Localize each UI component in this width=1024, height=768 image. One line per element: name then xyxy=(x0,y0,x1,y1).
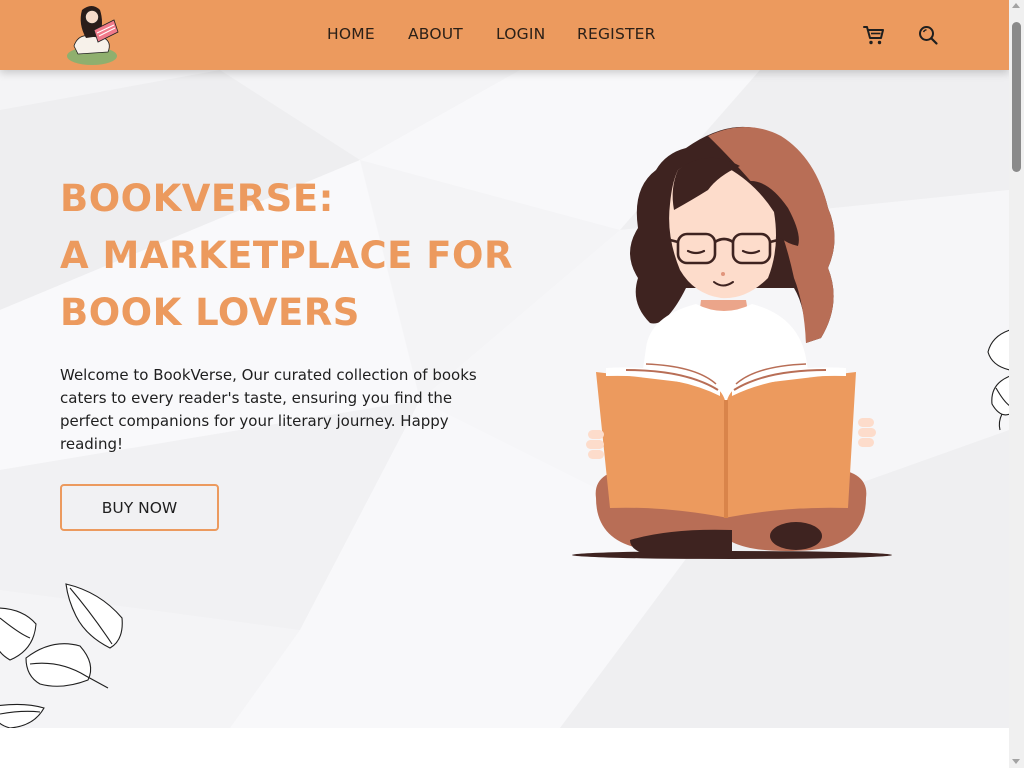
site-logo[interactable] xyxy=(64,2,122,68)
page-scrollbar[interactable] xyxy=(1009,0,1024,768)
girl-reading-book-illustration xyxy=(572,126,892,559)
buy-now-button[interactable]: BUY NOW xyxy=(60,484,219,531)
leaves-sketch-icon xyxy=(0,583,123,728)
leaves-sketch-right-icon xyxy=(987,329,1009,431)
scroll-up-arrow-icon[interactable] xyxy=(1012,3,1020,8)
hero-title-line-3: BOOK LOVERS xyxy=(60,291,360,334)
nav-login-link[interactable]: LOGIN xyxy=(496,25,545,43)
scroll-down-arrow-icon[interactable] xyxy=(1012,759,1020,764)
scroll-thumb[interactable] xyxy=(1012,22,1021,172)
search-icon[interactable] xyxy=(916,23,940,47)
below-fold-area xyxy=(0,728,1009,768)
page: HOME ABOUT LOGIN REGISTER BOOKVERSE: A M… xyxy=(0,0,1009,768)
site-header: HOME ABOUT LOGIN REGISTER xyxy=(0,0,1009,70)
hero-title-line-1: BOOKVERSE: xyxy=(60,177,334,220)
cart-icon[interactable] xyxy=(862,23,886,47)
hero-title-line-2: A MARKETPLACE FOR xyxy=(60,234,514,277)
nav-about-link[interactable]: ABOUT xyxy=(408,25,463,43)
hero-description: Welcome to BookVerse, Our curated collec… xyxy=(60,366,477,453)
nav-home-link[interactable]: HOME xyxy=(327,25,375,43)
nav-register-link[interactable]: REGISTER xyxy=(577,25,656,43)
hero-title: BOOKVERSE: A MARKETPLACE FOR BOOK LOVERS xyxy=(60,170,513,341)
